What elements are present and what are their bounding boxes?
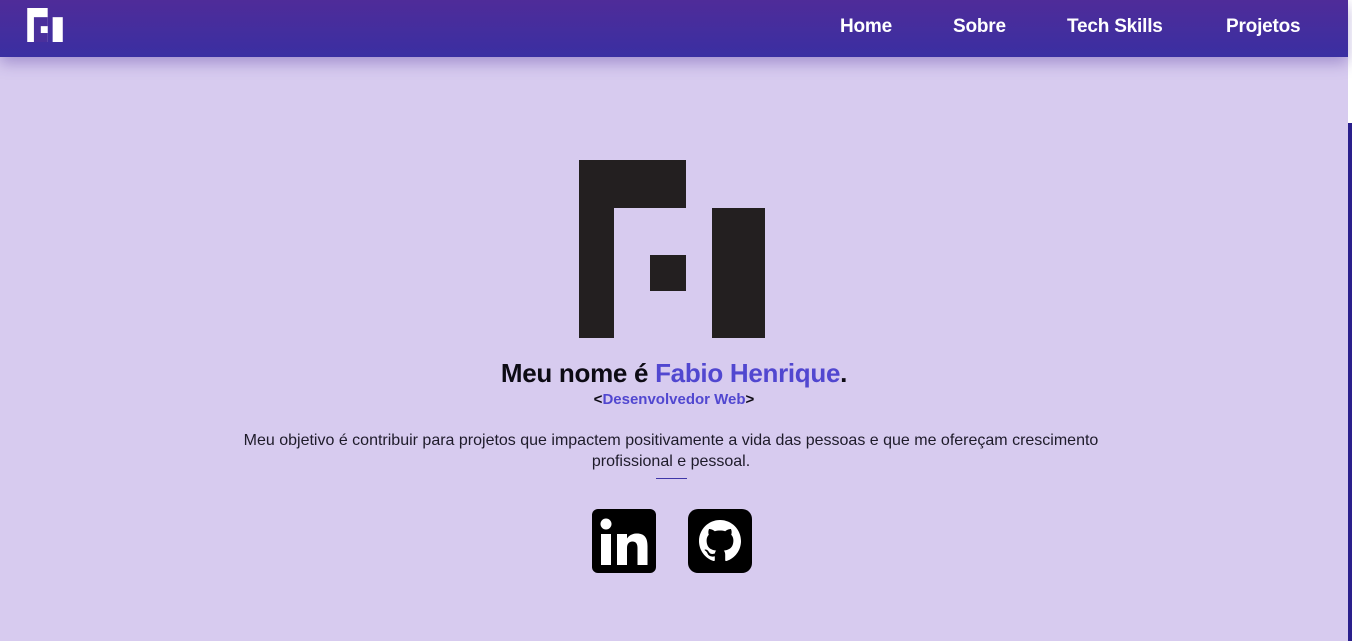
top-navbar: Home Sobre Tech Skills Projetos [0,0,1348,57]
nav-projetos-link[interactable]: Projetos [1226,16,1301,38]
hero-headline: Meu nome é Fabio Henrique. [0,358,1348,389]
role-close-bracket: > [745,391,755,408]
linkedin-icon[interactable] [592,509,656,573]
headline-suffix: . [840,358,848,388]
role-text: Desenvolvedor Web [602,391,746,408]
section-divider [656,478,687,479]
scrollbar-thumb[interactable] [1348,0,1352,123]
nav-tech-skills-link[interactable]: Tech Skills [1067,16,1163,38]
hero-objective: Meu objetivo é contribuir para projetos … [243,432,1099,470]
nav-sobre-link[interactable]: Sobre [953,16,1006,38]
hero-role: <Desenvolvedor Web> [0,391,1348,408]
headline-prefix: Meu nome é [500,358,656,388]
github-icon[interactable] [688,509,752,573]
nav-home-link[interactable]: Home [840,16,892,38]
fh-logo-icon[interactable] [26,8,64,42]
headline-name: Fabio Henrique [655,358,841,388]
fh-logo-icon [579,160,765,338]
